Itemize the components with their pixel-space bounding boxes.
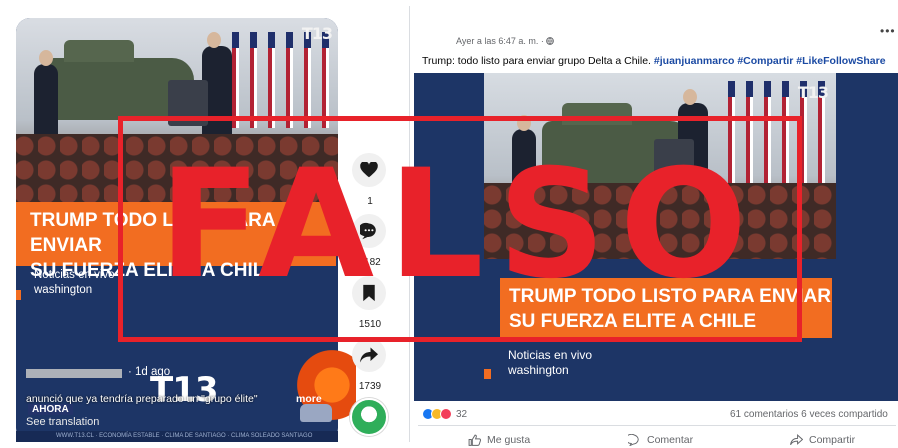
car-icon [300, 404, 332, 422]
post-text: Trump: todo listo para enviar grupo Delt… [422, 55, 886, 67]
see-translation-link[interactable]: See translation [26, 416, 99, 428]
person-figure [34, 50, 58, 142]
subtitle-line: Noticias en vivo [34, 269, 115, 281]
globe-icon [546, 37, 555, 45]
fact-check-stamp-text: FALSO [158, 138, 762, 312]
post-hashtags[interactable]: #juanjuanmarco #Compartir #LikeFollowSha… [654, 55, 886, 67]
love-reaction-icon [440, 408, 452, 420]
ahora-tag: AHORA [28, 404, 73, 415]
post-time-ago: · 1d ago [128, 366, 171, 378]
comment-action-label: Comentar [647, 434, 694, 446]
thumbs-up-icon [468, 434, 481, 446]
creator-avatar[interactable] [350, 398, 388, 436]
share-count: 1739 [358, 381, 382, 392]
share-button[interactable] [352, 338, 386, 372]
subtitle-line: Noticias en vivo [508, 348, 593, 362]
reactions-summary[interactable]: 32 [422, 408, 467, 420]
like-action-label: Me gusta [487, 434, 531, 446]
news-subtitle: Noticias en vivo washington [508, 348, 592, 378]
more-options-icon[interactable]: ••• [880, 24, 896, 38]
actions-divider [418, 425, 896, 426]
like-action-button[interactable]: Me gusta [468, 434, 530, 446]
subtitle-line: washington [508, 363, 569, 377]
flags [226, 32, 330, 128]
comments-shares-count[interactable]: 61 comentarios 6 veces compartido [730, 409, 888, 420]
t13-logo: T13 [797, 83, 829, 102]
share-arrow-icon [360, 347, 378, 363]
orange-marker [484, 369, 491, 379]
timestamp-text: Ayer a las 6:47 a. m. · [456, 36, 544, 46]
comment-bubble-icon [628, 434, 639, 446]
share-action-label: Compartir [809, 434, 856, 446]
blurred-username[interactable] [26, 369, 122, 378]
share-icon [790, 434, 803, 446]
t13-logo: T13 [301, 24, 333, 43]
comment-action-button[interactable]: Comentar [628, 434, 693, 446]
share-action-button[interactable]: Compartir [790, 434, 855, 446]
orange-marker [16, 290, 21, 300]
news-subtitle: Noticias en vivo washington [34, 268, 115, 298]
post-timestamp[interactable]: Ayer a las 6:47 a. m. · [456, 36, 555, 46]
subtitle-line: washington [34, 284, 93, 296]
news-ticker: WWW.T13.CL · ECONOMÍA ESTABLE · CLIMA DE… [16, 431, 338, 442]
reaction-count: 32 [456, 408, 468, 420]
post-text-body: Trump: todo listo para enviar grupo Delt… [422, 55, 651, 67]
